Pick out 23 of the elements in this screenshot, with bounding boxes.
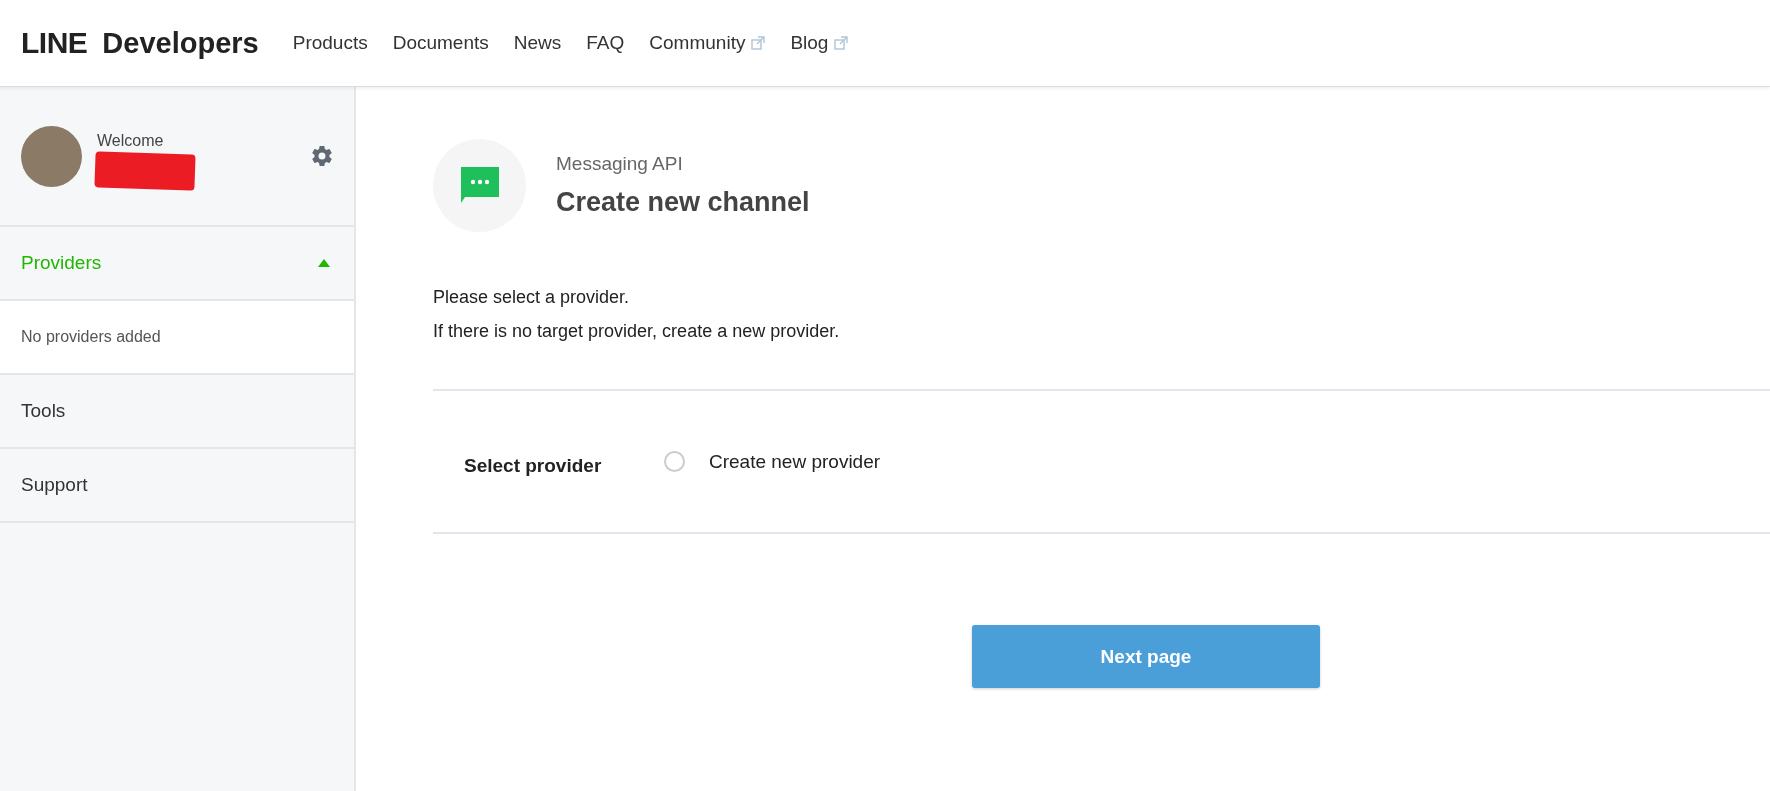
sidebar-item[interactable]: Support [0,449,354,523]
channel-type-label: Messaging API [556,153,684,175]
field-label: Select provider [464,454,603,477]
empty-list-text: No providers added [0,301,354,375]
logo-subtitle[interactable]: Developers [102,26,259,60]
nav-link[interactable]: Community [649,32,766,54]
nav-link[interactable]: Products [292,32,368,54]
page-title: Create new channel [556,187,810,218]
radio-label[interactable]: Create new provider [709,450,881,473]
welcome-text: Welcome [97,132,164,150]
nav-link[interactable]: News [513,32,562,54]
instruction-text: If there is no target provider, create a new provider. [433,320,841,343]
logo-text[interactable]: LINE [21,26,88,60]
instruction-text: Please select a provider. [433,286,631,309]
chat-bubble-icon [460,166,499,205]
nav-link[interactable]: Documents [392,32,489,54]
nav-link[interactable]: FAQ [586,32,625,54]
nav-link[interactable]: Blog [790,32,849,54]
avatar-photo-placeholder [21,125,82,187]
radio-button[interactable] [664,451,685,472]
settings-icon[interactable] [310,144,334,168]
caret-up-icon [318,259,330,267]
sidebar-item[interactable]: Tools [0,375,354,449]
